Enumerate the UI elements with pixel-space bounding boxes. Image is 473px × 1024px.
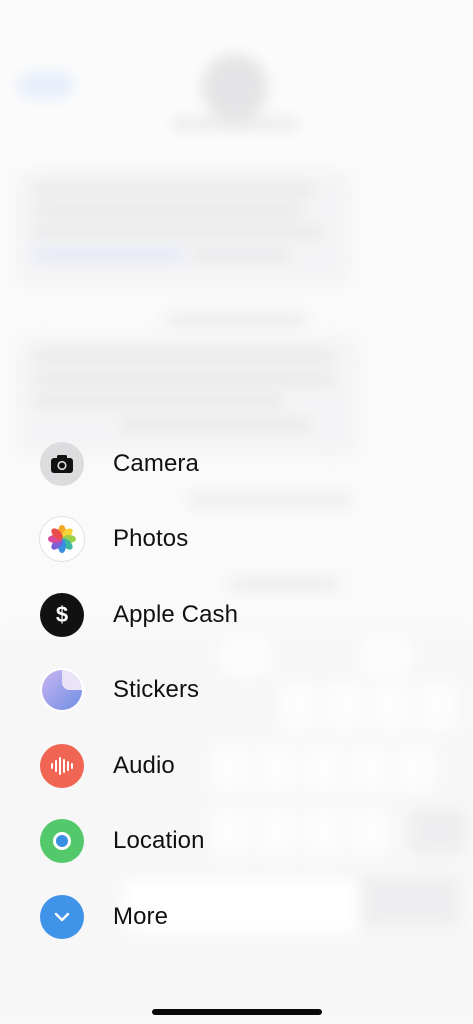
audio-icon — [40, 744, 84, 788]
menu-item-apple-cash[interactable]: $ Apple Cash — [40, 592, 360, 638]
menu-item-label: Photos — [113, 525, 189, 552]
svg-text:$: $ — [56, 602, 68, 627]
apple-cash-icon: $ — [40, 593, 84, 637]
menu-item-audio[interactable]: Audio — [40, 743, 360, 789]
menu-item-label: Stickers — [113, 676, 200, 703]
menu-item-stickers[interactable]: Stickers — [40, 667, 360, 713]
photos-icon — [40, 517, 84, 561]
menu-item-label: Location — [113, 827, 205, 854]
menu-item-label: Audio — [113, 752, 175, 779]
stickers-icon — [40, 668, 84, 712]
chevron-down-icon — [40, 895, 84, 939]
menu-item-photos[interactable]: Photos — [40, 516, 360, 562]
home-indicator[interactable] — [152, 1009, 322, 1015]
menu-item-label: More — [113, 903, 169, 930]
menu-item-more[interactable]: More — [40, 894, 360, 940]
menu-item-location[interactable]: Location — [40, 818, 360, 864]
menu-item-label: Camera — [113, 450, 199, 477]
location-icon — [40, 819, 84, 863]
menu-item-label: Apple Cash — [113, 601, 239, 628]
camera-icon — [40, 442, 84, 486]
attachment-menu: Camera Photos $ Apple Cash Stickers Audi… — [0, 0, 473, 1024]
menu-item-camera[interactable]: Camera — [40, 441, 360, 487]
